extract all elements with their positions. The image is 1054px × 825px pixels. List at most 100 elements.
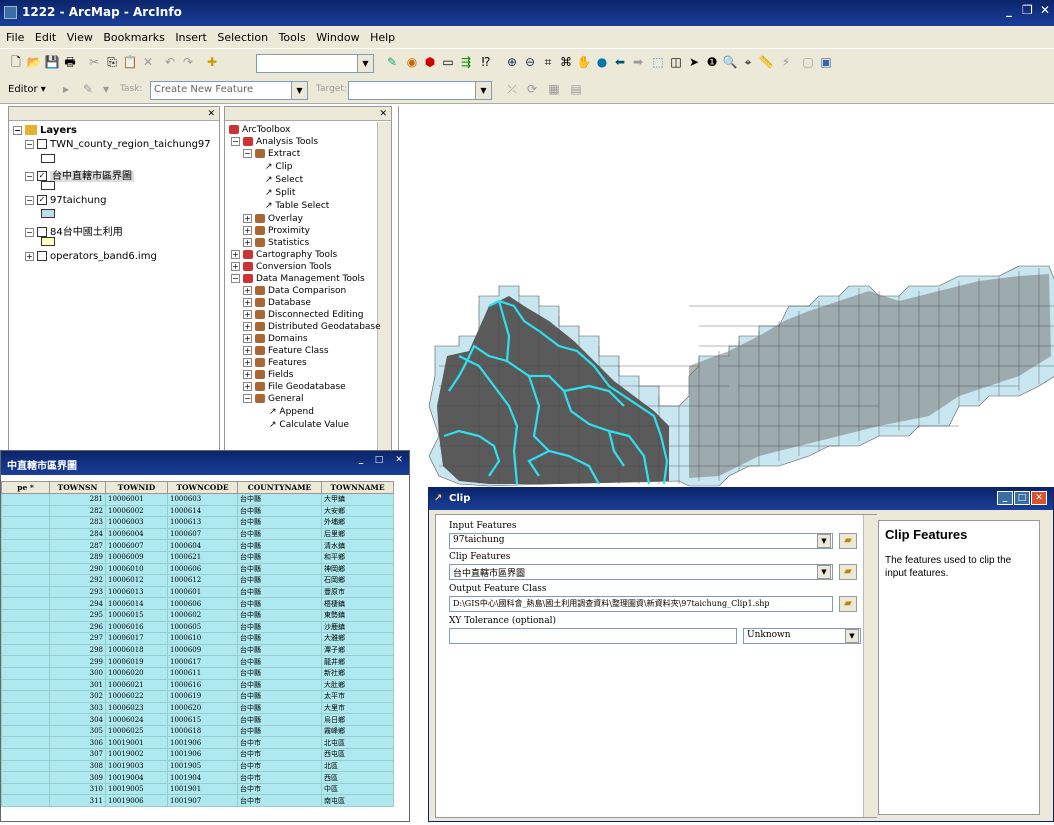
html-popup-icon[interactable]: ▢: [800, 54, 816, 70]
layer-symbol-swatch[interactable]: [41, 237, 55, 246]
arctoolbox-icon[interactable]: ⬢: [422, 54, 438, 70]
table-row[interactable]: 290 10006010 1000606 台中縣 神岡鄉: [1, 562, 394, 576]
arccatalog-icon[interactable]: ◉: [404, 54, 420, 70]
toolset-statistics[interactable]: + Statistics: [243, 238, 309, 248]
fixed-zoom-in-icon[interactable]: ⌗: [540, 54, 556, 70]
toolset-disconnected-editing[interactable]: + Disconnected Editing: [243, 310, 363, 320]
column-header-shape[interactable]: pe *: [1, 481, 50, 494]
table-row[interactable]: 283 10006003 1000613 台中縣 外埔鄉: [1, 516, 394, 529]
table-row[interactable]: 303 10006023 1000620 台中縣 大里市: [1, 701, 394, 715]
menu-help[interactable]: Help: [370, 31, 395, 44]
full-extent-icon[interactable]: ●: [594, 54, 610, 70]
print-icon[interactable]: 🖶: [62, 54, 78, 70]
toolbox-conversion[interactable]: + Conversion Tools: [231, 262, 332, 272]
minimize-button[interactable]: _: [353, 454, 369, 468]
close-icon[interactable]: ✕: [379, 109, 387, 119]
toolbox-data-management[interactable]: − Data Management Tools: [231, 274, 365, 284]
table-row[interactable]: 299 10006019 1000617 台中縣 龍井鄉: [1, 655, 394, 668]
table-row[interactable]: 301 10006021 1000616 台中縣 大肚鄉: [1, 678, 394, 692]
layer-visibility-checkbox[interactable]: ✓: [37, 195, 47, 205]
layer-symbol-swatch[interactable]: [41, 209, 55, 218]
table-row[interactable]: 300 10006020 1000611 台中縣 新社鄉: [1, 666, 394, 680]
measure-icon[interactable]: 📏: [758, 54, 774, 70]
zoom-in-icon[interactable]: ⊕: [504, 54, 520, 70]
table-row[interactable]: 284 10006004 1000607 台中縣 后里鄉: [1, 527, 394, 541]
restore-button[interactable]: ❐: [1022, 3, 1033, 17]
layer-visibility-checkbox[interactable]: [37, 139, 47, 149]
table-row[interactable]: 306 10019001 1001906 台中市 北屯區: [1, 736, 394, 750]
table-row[interactable]: 296 10006016 1000605 台中縣 沙鹿鎮: [1, 620, 394, 634]
back-extent-icon[interactable]: ⬅: [612, 54, 628, 70]
model-builder-icon[interactable]: ⇶: [458, 54, 474, 70]
toc-layer-97taichung[interactable]: − ✓ 97taichung: [25, 195, 106, 206]
add-data-icon[interactable]: ✚: [204, 54, 220, 70]
command-line-icon[interactable]: ▭: [440, 54, 456, 70]
clear-selection-icon[interactable]: ◫: [668, 54, 684, 70]
open-icon[interactable]: 📂: [26, 54, 42, 70]
tool-calculate-value[interactable]: ↗ Calculate Value: [269, 420, 349, 430]
toolset-features[interactable]: + Features: [243, 358, 307, 368]
paste-icon[interactable]: 📋: [122, 54, 138, 70]
tool-split[interactable]: ↗ Split: [265, 188, 295, 198]
table-row[interactable]: 293 10006013 1000601 台中縣 豐原市: [1, 585, 394, 599]
toc-layer-twn-county[interactable]: − TWN_county_region_taichung97: [25, 139, 211, 150]
zoom-out-icon[interactable]: ⊖: [522, 54, 538, 70]
open-folder-icon[interactable]: ▰: [839, 564, 857, 580]
edit-tool-icon[interactable]: ▸: [58, 81, 74, 97]
table-row[interactable]: 302 10006022 1000619 台中縣 太平市: [1, 690, 394, 703]
table-row[interactable]: 310 10019005 1001901 台中市 中區: [1, 782, 394, 796]
task-combo[interactable]: Create New Feature ▼: [150, 81, 308, 100]
toolset-proximity[interactable]: + Proximity: [243, 226, 310, 236]
column-header-townname[interactable]: TOWNNAME: [321, 481, 394, 494]
table-row[interactable]: 311 10019006 1001907 台中市 南屯區: [1, 794, 394, 808]
forward-extent-icon[interactable]: ➡: [630, 54, 646, 70]
new-document-icon[interactable]: 🗋: [8, 54, 24, 70]
menu-tools[interactable]: Tools: [279, 31, 306, 44]
toolbox-cartography[interactable]: + Cartography Tools: [231, 250, 337, 260]
table-row[interactable]: 308 10019003 1001905 台中市 北區: [1, 759, 394, 773]
menu-selection[interactable]: Selection: [217, 31, 268, 44]
hyperlink-icon[interactable]: ⚡: [778, 54, 794, 70]
chevron-down-icon[interactable]: ▼: [357, 55, 373, 72]
pan-icon[interactable]: ✋: [576, 54, 592, 70]
xy-tolerance-field[interactable]: [449, 628, 737, 644]
column-header-countyname[interactable]: COUNTYNAME: [237, 481, 322, 494]
table-row[interactable]: 297 10006017 1000610 台中縣 大雅鄉: [1, 632, 394, 645]
sketch-tool-icon[interactable]: ✎: [80, 81, 96, 97]
delete-icon[interactable]: ✕: [140, 54, 156, 70]
toolbox-scrollbar[interactable]: [377, 122, 391, 457]
select-elements-icon[interactable]: ➤: [686, 54, 702, 70]
units-select[interactable]: Unknown: [743, 628, 861, 644]
toolset-feature-class[interactable]: + Feature Class: [243, 346, 329, 356]
time-slider-icon[interactable]: ▣: [818, 54, 834, 70]
save-icon[interactable]: 💾: [44, 54, 60, 70]
close-icon[interactable]: ✕: [207, 109, 215, 119]
column-header-towncode[interactable]: TOWNCODE: [167, 481, 238, 494]
tool-table-select[interactable]: ↗ Table Select: [265, 201, 329, 211]
table-row[interactable]: 292 10006012 1000612 台中縣 石岡鄉: [1, 574, 394, 587]
layer-visibility-checkbox[interactable]: [37, 251, 47, 261]
close-button[interactable]: ✕: [1031, 491, 1047, 505]
find-icon[interactable]: 🔍: [722, 54, 738, 70]
toolbox-root[interactable]: ArcToolbox: [229, 125, 290, 135]
menu-insert[interactable]: Insert: [175, 31, 207, 44]
chevron-down-icon[interactable]: ▼: [475, 82, 491, 99]
close-button[interactable]: ✕: [391, 454, 407, 468]
select-features-icon[interactable]: ⬚: [650, 54, 666, 70]
toolset-extract[interactable]: − Extract: [243, 149, 300, 159]
table-row[interactable]: 298 10006018 1000609 台中縣 潭子鄉: [1, 643, 394, 657]
table-row[interactable]: 289 10006009 1000621 台中縣 和平鄉: [1, 550, 394, 564]
menu-bookmarks[interactable]: Bookmarks: [103, 31, 164, 44]
editor-toolbar-icon[interactable]: ✎: [384, 54, 400, 70]
toolset-data-comparison[interactable]: + Data Comparison: [243, 286, 346, 296]
split-tool-icon[interactable]: ⤫: [504, 81, 520, 97]
toolset-analysis-tools[interactable]: − Analysis Tools: [231, 137, 318, 147]
identify-icon[interactable]: ❶: [704, 54, 720, 70]
toolset-general[interactable]: − General: [243, 394, 303, 404]
toc-root[interactable]: − Layers: [13, 125, 77, 136]
layer-symbol-swatch[interactable]: [41, 154, 55, 163]
toolset-distributed-geodatabase[interactable]: + Distributed Geodatabase: [243, 322, 381, 332]
toolset-overlay[interactable]: + Overlay: [243, 214, 303, 224]
tool-clip[interactable]: ↗ Clip: [265, 162, 292, 172]
sketch-properties-icon[interactable]: ▤: [568, 81, 584, 97]
